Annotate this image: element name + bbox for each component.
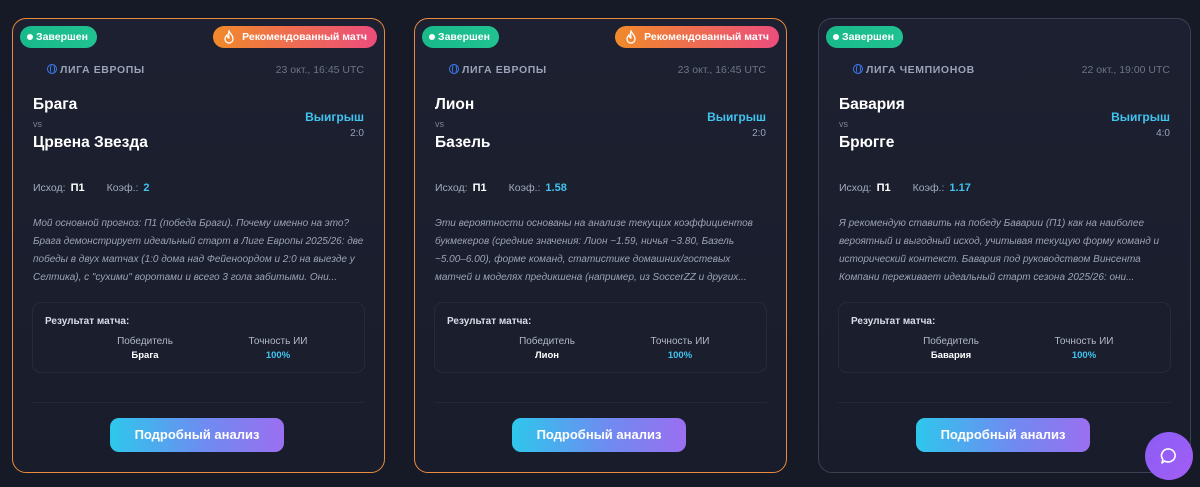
league-name: ЛИГА ЕВРОПЫ [47, 63, 145, 76]
away-team: Брюгге [839, 134, 895, 151]
pick-row: Исход: П1 Коэф.: 1.17 [839, 182, 971, 194]
vs-label: vs [33, 119, 42, 129]
detailed-analysis-button[interactable]: Подробный анализ [110, 418, 284, 452]
status-label: Завершен [842, 31, 894, 43]
winner-column: Победитель Бавария [901, 336, 1001, 361]
outcome-label: Выигрыш [1111, 110, 1170, 124]
accuracy-value: 100% [265, 350, 291, 361]
winner-value: Лион [534, 350, 560, 361]
accuracy-column: Точность ИИ 100% [228, 336, 328, 361]
match-result-box: Результат матча: Победитель Бавария Точн… [838, 302, 1171, 373]
chat-bubble-icon [1160, 448, 1176, 464]
accuracy-value: 100% [1071, 350, 1097, 361]
pick-value: П1 [70, 182, 85, 194]
detailed-analysis-button[interactable]: Подробный анализ [512, 418, 686, 452]
outcome-label: Выигрыш [707, 110, 766, 124]
accuracy-value: 100% [667, 350, 693, 361]
accuracy-label: Точность ИИ [1054, 336, 1114, 347]
league-label: ЛИГА ЕВРОПЫ [462, 64, 547, 76]
pick-label: Исход: [33, 182, 66, 194]
away-team: Црвена Звезда [33, 134, 148, 151]
winner-value: Бавария [930, 350, 972, 361]
match-result-box: Результат матча: Победитель Брага Точнос… [32, 302, 365, 373]
detailed-analysis-button[interactable]: Подробный анализ [916, 418, 1090, 452]
winner-label: Победитель [117, 336, 173, 347]
divider [434, 402, 767, 403]
status-dot-icon [429, 34, 435, 40]
status-badge: Завершен [20, 26, 97, 48]
pick-label: Исход: [435, 182, 468, 194]
winner-value: Брага [131, 350, 159, 361]
outcome-label: Выигрыш [305, 110, 364, 124]
odds-value: 1.17 [949, 182, 971, 194]
globe-icon [47, 63, 57, 74]
odds-value: 2 [143, 182, 150, 194]
globe-icon [449, 63, 459, 74]
pick-value: П1 [876, 182, 891, 194]
flame-icon [224, 30, 234, 44]
recommended-label: Рекомендованный матч [242, 31, 367, 43]
away-team: Базель [435, 134, 491, 151]
pick-label: Исход: [839, 182, 872, 194]
odds-label: Коэф.: [912, 182, 945, 194]
analysis-text: Я рекомендую ставить на победу Баварии (… [839, 218, 1160, 283]
status-label: Завершен [438, 31, 490, 43]
home-team: Брага [33, 96, 78, 113]
analysis-text: Мой основной прогноз: П1 (победа Браги).… [33, 218, 364, 283]
status-label: Завершен [36, 31, 88, 43]
result-title: Результат матча: [851, 316, 936, 327]
final-score: 2:0 [350, 128, 364, 139]
globe-icon [853, 63, 863, 74]
vs-label: vs [839, 119, 848, 129]
analysis-text: Эти вероятности основаны на анализе теку… [435, 218, 753, 283]
result-title: Результат матча: [45, 316, 130, 327]
pick-row: Исход: П1 Коэф.: 2 [33, 182, 150, 194]
match-result-box: Результат матча: Победитель Лион Точност… [434, 302, 767, 373]
match-card-lyon: Завершен Рекомендованный матч ЛИГА ЕВРОП… [414, 18, 787, 473]
match-card-braga: Завершен Рекомендованный матч ЛИГА ЕВРОП… [12, 18, 385, 473]
league-name: ЛИГА ЧЕМПИОНОВ [853, 63, 975, 76]
odds-label: Коэф.: [106, 182, 139, 194]
status-badge: Завершен [826, 26, 903, 48]
accuracy-label: Точность ИИ [650, 336, 710, 347]
winner-column: Победитель Лион [497, 336, 597, 361]
recommended-label: Рекомендованный матч [644, 31, 769, 43]
match-date: 22 окт., 19:00 UTC [1081, 64, 1170, 76]
divider [32, 402, 365, 403]
pick-value: П1 [472, 182, 487, 194]
recommended-badge: Рекомендованный матч [213, 26, 377, 48]
chat-button[interactable] [1145, 432, 1193, 480]
status-badge: Завершен [422, 26, 499, 48]
divider [838, 402, 1171, 403]
league-name: ЛИГА ЕВРОПЫ [449, 63, 547, 76]
final-score: 4:0 [1156, 128, 1170, 139]
pick-row: Исход: П1 Коэф.: 1.58 [435, 182, 567, 194]
flame-icon [626, 30, 636, 44]
accuracy-column: Точность ИИ 100% [1034, 336, 1134, 361]
odds-value: 1.58 [545, 182, 567, 194]
match-card-bayern: Завершен ЛИГА ЧЕМПИОНОВ 22 окт., 19:00 U… [818, 18, 1191, 473]
match-date: 23 окт., 16:45 UTC [275, 64, 364, 76]
league-label: ЛИГА ЕВРОПЫ [60, 64, 145, 76]
winner-label: Победитель [519, 336, 575, 347]
home-team: Бавария [839, 96, 905, 113]
vs-label: vs [435, 119, 444, 129]
recommended-badge: Рекомендованный матч [615, 26, 779, 48]
accuracy-label: Точность ИИ [248, 336, 308, 347]
winner-label: Победитель [923, 336, 979, 347]
accuracy-column: Точность ИИ 100% [630, 336, 730, 361]
home-team: Лион [435, 96, 475, 113]
final-score: 2:0 [752, 128, 766, 139]
match-date: 23 окт., 16:45 UTC [677, 64, 766, 76]
odds-label: Коэф.: [508, 182, 541, 194]
league-label: ЛИГА ЧЕМПИОНОВ [866, 64, 975, 76]
status-dot-icon [833, 34, 839, 40]
status-dot-icon [27, 34, 33, 40]
winner-column: Победитель Брага [95, 336, 195, 361]
result-title: Результат матча: [447, 316, 532, 327]
